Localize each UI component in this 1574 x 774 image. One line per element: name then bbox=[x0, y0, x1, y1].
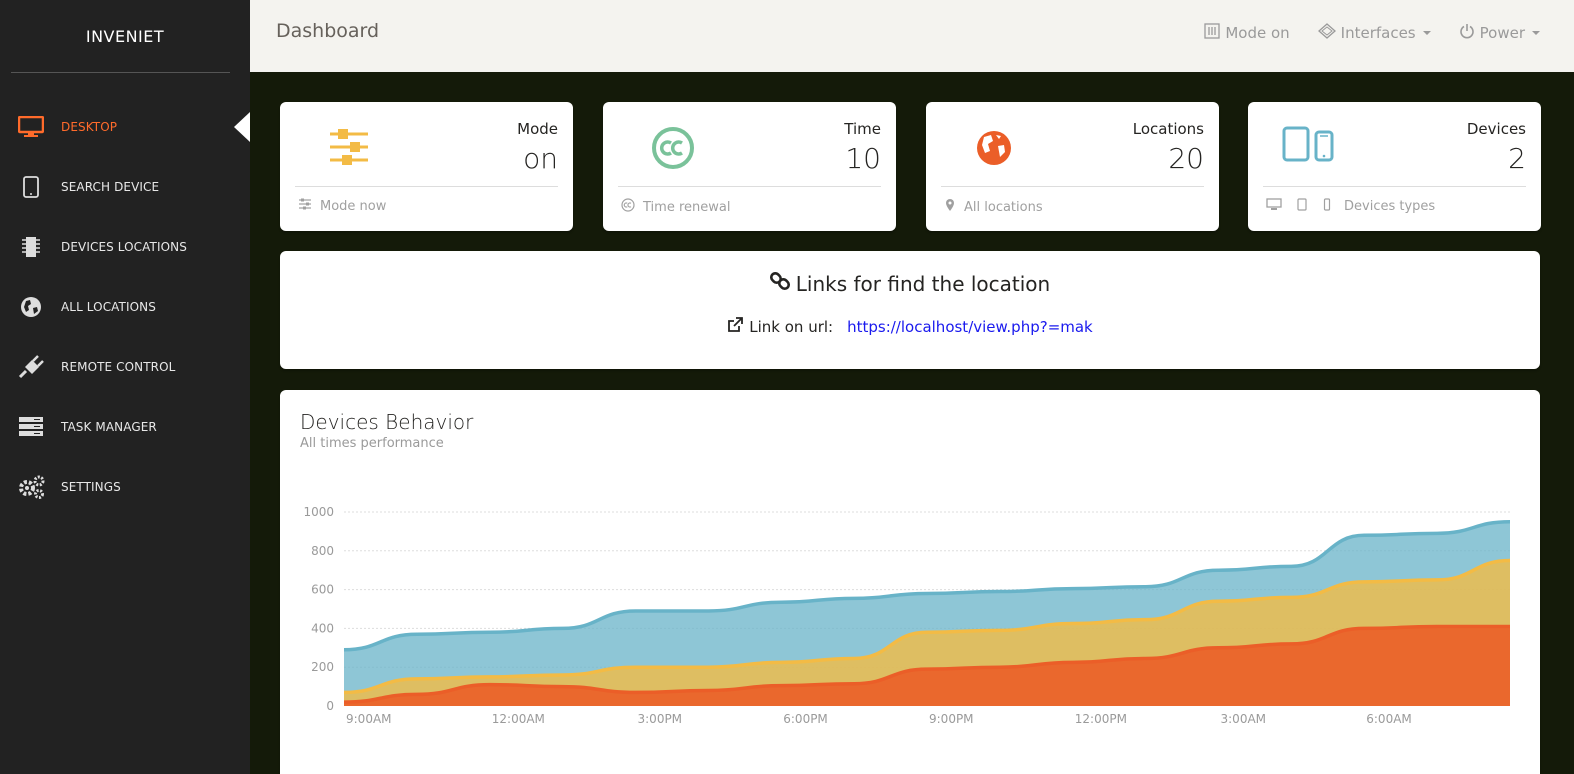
sidebar-item-all-locations[interactable]: ALL LOCATIONS bbox=[0, 277, 250, 337]
links-title: Links for find the location bbox=[280, 271, 1540, 296]
sidebar-item-label: DEVICES LOCATIONS bbox=[61, 240, 187, 254]
power-dropdown[interactable]: Power bbox=[1459, 23, 1540, 43]
stat-footer-text: Time renewal bbox=[643, 199, 731, 215]
chart-subtitle: All times performance bbox=[300, 436, 444, 451]
stat-label: Time bbox=[844, 120, 881, 138]
sidebar-item-task-manager[interactable]: TASK MANAGER bbox=[0, 397, 250, 457]
sidebar-item-label: ALL LOCATIONS bbox=[61, 300, 156, 314]
stat-label: Mode bbox=[517, 120, 558, 138]
interfaces-label: Interfaces bbox=[1340, 24, 1416, 42]
stat-footer-text: All locations bbox=[964, 199, 1043, 215]
top-nav-links: Mode on Interfaces Power bbox=[1176, 23, 1540, 43]
desktop-icon bbox=[0, 116, 61, 138]
brand-logo[interactable]: INVENIET bbox=[0, 0, 250, 72]
x-tick-label: 3:00AM bbox=[1221, 712, 1267, 726]
link-icon bbox=[769, 271, 790, 296]
stat-footer: Devices types bbox=[1266, 198, 1435, 215]
sidebar-nav: DESKTOP SEARCH DEVICE DEVICES LOCATIONS … bbox=[0, 97, 250, 517]
sliders-icon bbox=[328, 126, 370, 172]
y-tick-label: 800 bbox=[311, 544, 334, 558]
stat-card-time: Time 10 Time renewal bbox=[603, 102, 896, 231]
stat-divider bbox=[618, 186, 881, 187]
links-card: Links for find the location Link on url:… bbox=[280, 251, 1540, 369]
y-tick-label: 1000 bbox=[303, 505, 334, 519]
stat-value: 2 bbox=[1508, 142, 1526, 175]
link-row: Link on url: https://localhost/view.php?… bbox=[280, 317, 1540, 337]
stat-label: Devices bbox=[1466, 120, 1526, 138]
chevron-down-icon bbox=[1422, 31, 1431, 35]
sidebar: INVENIET DESKTOP SEARCH DEVICE DEVICES L… bbox=[0, 0, 250, 774]
stat-divider bbox=[941, 186, 1204, 187]
stat-divider bbox=[295, 186, 558, 187]
stat-footer-text: Mode now bbox=[320, 198, 387, 214]
y-tick-label: 200 bbox=[311, 660, 334, 674]
interfaces-icon bbox=[1317, 23, 1336, 43]
x-tick-label: 9:00AM bbox=[346, 712, 392, 726]
server-icon bbox=[0, 416, 61, 438]
y-tick-label: 400 bbox=[311, 621, 334, 635]
map-marker-icon bbox=[944, 198, 956, 216]
phone-small-icon bbox=[1322, 198, 1332, 215]
sliders-small-icon bbox=[298, 198, 312, 214]
sidebar-item-label: REMOTE CONTROL bbox=[61, 360, 176, 374]
stat-footer-text: Devices types bbox=[1344, 199, 1436, 214]
page-title: Dashboard bbox=[276, 20, 380, 42]
stat-card-locations: Locations 20 All locations bbox=[926, 102, 1219, 231]
interfaces-dropdown[interactable]: Interfaces bbox=[1317, 23, 1431, 43]
stat-value: 20 bbox=[1168, 142, 1204, 175]
external-link-icon bbox=[727, 317, 744, 337]
devices-icon bbox=[1282, 126, 1338, 170]
stat-card-mode: Mode on Mode now bbox=[280, 102, 573, 231]
creative-commons-small-icon bbox=[621, 198, 635, 216]
x-tick-label: 6:00AM bbox=[1366, 712, 1412, 726]
x-tick-label: 3:00PM bbox=[638, 712, 683, 726]
globe-icon bbox=[0, 296, 61, 318]
plug-icon bbox=[0, 355, 61, 379]
sidebar-item-desktop[interactable]: DESKTOP bbox=[0, 97, 250, 157]
tablet-small-icon bbox=[1296, 198, 1308, 215]
globe-icon bbox=[974, 126, 1014, 170]
sidebar-item-settings[interactable]: SETTINGS bbox=[0, 457, 250, 517]
sidebar-item-remote-control[interactable]: REMOTE CONTROL bbox=[0, 337, 250, 397]
tablet-icon bbox=[0, 176, 61, 198]
stat-divider bbox=[1263, 186, 1526, 187]
links-title-text: Links for find the location bbox=[795, 271, 1051, 296]
desktop-small-icon bbox=[1266, 198, 1282, 215]
mode-label: Mode on bbox=[1225, 24, 1290, 42]
mode-toggle[interactable]: Mode on bbox=[1204, 23, 1290, 43]
chart-title: Devices Behavior bbox=[300, 410, 474, 434]
equalizer-icon bbox=[1204, 23, 1220, 43]
chip-icon bbox=[0, 236, 61, 258]
x-tick-label: 6:00PM bbox=[783, 712, 828, 726]
link-label: Link on url: bbox=[749, 318, 834, 336]
location-url-link[interactable]: https://localhost/view.php?=mak bbox=[847, 318, 1093, 336]
sidebar-item-label: SEARCH DEVICE bbox=[61, 180, 160, 194]
x-tick-label: 12:00PM bbox=[1075, 712, 1127, 726]
gears-icon bbox=[0, 475, 61, 499]
y-tick-label: 0 bbox=[326, 699, 334, 713]
sidebar-item-search-device[interactable]: SEARCH DEVICE bbox=[0, 157, 250, 217]
sidebar-divider bbox=[11, 72, 230, 73]
creative-commons-icon bbox=[651, 126, 695, 174]
devices-behavior-chart: 0 200 400 600 800 1000 9:00AM 12:00AM 3:00PM 6:00… bbox=[303, 505, 1511, 726]
top-navbar: Dashboard Mode on Interfaces Power bbox=[250, 0, 1574, 72]
power-label: Power bbox=[1479, 24, 1525, 42]
stat-value: on bbox=[523, 142, 558, 175]
y-tick-label: 600 bbox=[311, 583, 334, 597]
sidebar-item-label: TASK MANAGER bbox=[61, 420, 157, 434]
stat-label: Locations bbox=[1132, 120, 1204, 138]
stat-footer: All locations bbox=[944, 198, 1043, 216]
power-icon bbox=[1459, 23, 1475, 43]
sidebar-item-devices-locations[interactable]: DEVICES LOCATIONS bbox=[0, 217, 250, 277]
devices-behavior-card: 0 200 400 600 800 1000 9:00AM 12:00AM 3:00PM 6:00… bbox=[280, 390, 1540, 774]
stat-card-devices: Devices 2 Devices types bbox=[1248, 102, 1541, 231]
chevron-down-icon bbox=[1532, 31, 1540, 35]
sidebar-item-label: SETTINGS bbox=[61, 480, 121, 494]
stat-footer: Mode now bbox=[298, 198, 386, 214]
x-tick-label: 12:00AM bbox=[492, 712, 545, 726]
stat-value: 10 bbox=[845, 142, 881, 175]
stat-footer: Time renewal bbox=[621, 198, 730, 216]
sidebar-item-label: DESKTOP bbox=[61, 120, 118, 134]
x-tick-label: 9:00PM bbox=[929, 712, 974, 726]
